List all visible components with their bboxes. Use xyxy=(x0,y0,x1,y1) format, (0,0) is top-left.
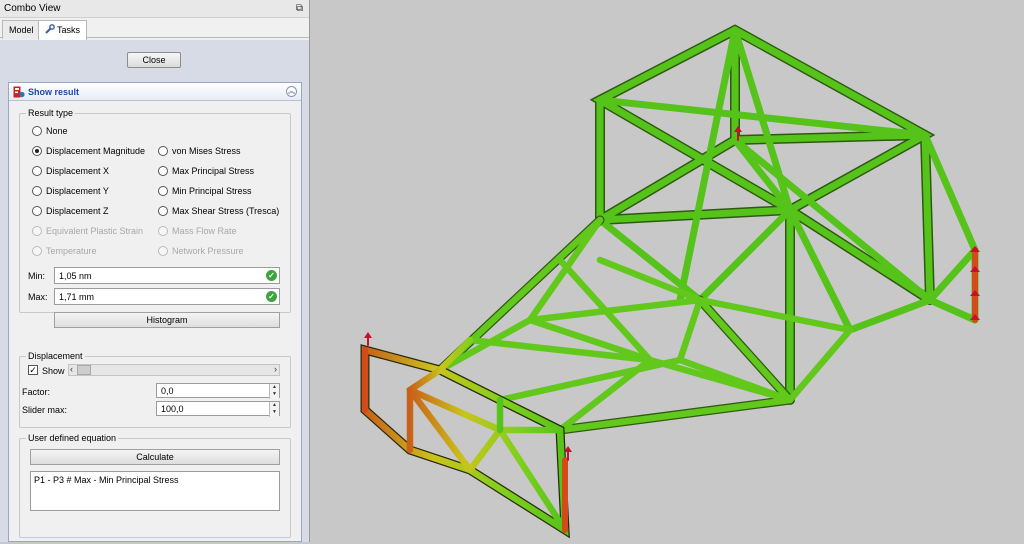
factor-label: Factor: xyxy=(22,387,51,397)
fem-result-icon xyxy=(13,86,25,98)
close-button[interactable]: Close xyxy=(127,52,181,68)
result-type-group: Result type None Displacement Magnitude … xyxy=(19,108,291,328)
max-field[interactable]: 1,71 mm ✓ xyxy=(54,288,280,305)
show-result-title: Show result xyxy=(28,87,80,97)
check-icon: ✓ xyxy=(266,291,277,302)
radio-max-principal[interactable]: Max Principal Stress xyxy=(158,166,254,178)
factor-value: 0,0 xyxy=(161,386,174,396)
min-field[interactable]: 1,05 nm ✓ xyxy=(54,267,280,284)
equation-group: User defined equation Calculate P1 - P3 … xyxy=(19,433,291,538)
slider-max-label: Slider max: xyxy=(22,405,68,415)
slider-left-arrow[interactable]: ‹ xyxy=(70,364,73,374)
radio-max-shear[interactable]: Max Shear Stress (Tresca) xyxy=(158,206,279,218)
displacement-legend: Displacement xyxy=(26,351,85,361)
min-value: 1,05 nm xyxy=(59,271,92,281)
radio-displacement-y[interactable]: Displacement Y xyxy=(32,186,109,198)
max-label: Max: xyxy=(28,292,48,302)
displacement-slider[interactable]: ‹ › xyxy=(68,364,280,376)
collapse-icon[interactable]: ︽ xyxy=(286,86,297,97)
combo-view-title: Combo View xyxy=(4,3,61,14)
radio-none[interactable]: None xyxy=(32,126,68,138)
combo-view-titlebar: Combo View ⧉ xyxy=(0,0,309,18)
slider-handle[interactable] xyxy=(77,365,91,375)
equation-legend: User defined equation xyxy=(26,433,119,443)
radio-von-mises[interactable]: von Mises Stress xyxy=(158,146,241,158)
min-label: Min: xyxy=(28,271,46,281)
show-result-header[interactable]: Show result ︽ xyxy=(9,83,301,101)
radio-displacement-x[interactable]: Displacement X xyxy=(32,166,109,178)
slider-max-input[interactable]: 100,0 ▲ ▼ xyxy=(156,401,280,417)
max-value: 1,71 mm xyxy=(59,292,95,302)
radio-displacement-z[interactable]: Displacement Z xyxy=(32,206,109,218)
3d-viewport[interactable] xyxy=(311,0,1024,542)
fem-frame-model[interactable] xyxy=(311,0,1024,542)
equation-input[interactable]: P1 - P3 # Max - Min Principal Stress xyxy=(30,471,280,511)
radio-equivalent-plastic-strain: Equivalent Plastic Strain xyxy=(32,226,143,238)
radio-temperature: Temperature xyxy=(32,246,97,258)
radio-mass-flow-rate: Mass Flow Rate xyxy=(158,226,237,238)
tab-tasks-label: Tasks xyxy=(57,25,81,35)
slider-max-value: 100,0 xyxy=(161,404,184,414)
calculate-button[interactable]: Calculate xyxy=(30,449,280,465)
slider-max-spinner[interactable]: ▲ ▼ xyxy=(269,402,279,417)
wrench-icon xyxy=(45,24,55,34)
radio-displacement-magnitude[interactable]: Displacement Magnitude xyxy=(32,146,145,158)
displacement-group: Displacement ✓ Show ‹ › Factor: 0,0 ▲ ▼ S… xyxy=(19,351,291,428)
combo-view-panel: Combo View ⧉ Model Tasks Close Show resu… xyxy=(0,0,310,542)
tab-model[interactable]: Model xyxy=(2,20,41,39)
show-label: Show xyxy=(42,366,65,376)
show-checkbox[interactable]: ✓ xyxy=(28,365,38,375)
slider-right-arrow[interactable]: › xyxy=(274,364,277,374)
check-icon: ✓ xyxy=(266,270,277,281)
result-type-legend: Result type xyxy=(26,108,76,118)
show-result-box: Show result ︽ Result type None Displacem… xyxy=(8,82,302,542)
factor-spinner[interactable]: ▲ ▼ xyxy=(269,384,279,399)
radio-network-pressure: Network Pressure xyxy=(158,246,244,258)
task-panel: Close Show result ︽ Result type None Dis… xyxy=(0,40,309,542)
radio-min-principal[interactable]: Min Principal Stress xyxy=(158,186,252,198)
tab-bar: Model Tasks xyxy=(0,18,309,40)
tab-model-label: Model xyxy=(9,25,34,35)
tab-tasks[interactable]: Tasks xyxy=(38,20,88,40)
histogram-button[interactable]: Histogram xyxy=(54,312,280,328)
dock-icon[interactable]: ⧉ xyxy=(296,3,303,14)
equation-text: P1 - P3 # Max - Min Principal Stress xyxy=(34,475,179,485)
factor-input[interactable]: 0,0 ▲ ▼ xyxy=(156,383,280,399)
